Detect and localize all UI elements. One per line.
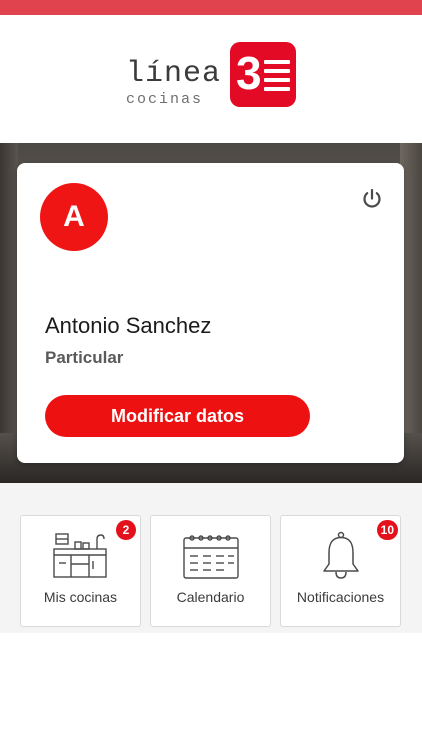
top-accent-bar <box>0 0 422 15</box>
user-name: Antonio Sanchez <box>45 313 212 338</box>
avatar: A <box>40 183 108 251</box>
logo-wordmark: línea <box>126 57 222 91</box>
profile-card: A Antonio Sanchez Particular Modificar d… <box>17 163 404 463</box>
logo-line <box>264 60 290 64</box>
app-header: línea cocinas 3 <box>0 15 422 143</box>
logo-subtitle: cocinas <box>126 91 204 108</box>
modify-data-button[interactable]: Modificar datos <box>45 395 310 437</box>
quick-access-tiles: 2 Mis cocinas Calendario 10 Notificacion… <box>0 483 422 633</box>
logo-line <box>264 69 290 73</box>
bottom-blank-area <box>0 633 422 750</box>
kitchen-icon <box>51 531 111 581</box>
logo-line <box>264 87 290 91</box>
logo-badge: 3 <box>230 42 296 107</box>
cocinas-count-badge: 2 <box>116 520 136 540</box>
calendar-icon <box>181 531 241 581</box>
hero-cabinet-left <box>0 143 18 483</box>
user-type: Particular <box>45 348 124 367</box>
tile-mis-cocinas[interactable]: 2 Mis cocinas <box>20 515 141 627</box>
notifications-count-badge: 10 <box>376 520 398 540</box>
tile-notificaciones[interactable]: 10 Notificaciones <box>280 515 401 627</box>
power-icon[interactable] <box>360 187 384 211</box>
tile-label: Notificaciones <box>296 589 385 605</box>
brand-logo: línea cocinas 3 <box>124 42 304 112</box>
logo-digit: 3 <box>236 47 262 99</box>
tile-label: Mis cocinas <box>43 589 118 605</box>
tile-label: Calendario <box>176 589 245 605</box>
bell-icon <box>311 531 371 581</box>
logo-line <box>264 78 290 82</box>
tile-calendario[interactable]: Calendario <box>150 515 271 627</box>
